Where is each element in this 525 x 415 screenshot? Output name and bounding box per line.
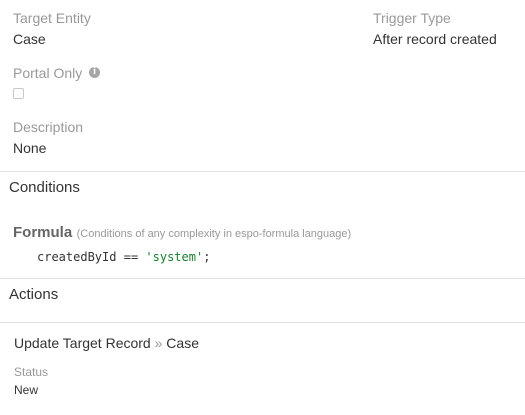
divider [0,171,525,172]
action-heading: Update Target Record » Case [14,335,199,351]
conditions-title: Conditions [9,179,80,196]
trigger-type-label: Trigger Type [373,10,451,26]
divider [0,322,525,323]
formula-header: Formula (Conditions of any complexity in… [13,224,351,242]
portal-only-label: Portal Only [13,65,83,81]
code-terminator: ; [203,250,211,264]
target-entity-label: Target Entity [13,10,91,26]
description-label: Description [13,119,84,135]
portal-only-checkbox [13,88,24,99]
target-entity-value: Case [13,31,46,47]
trigger-type-value: After record created [373,31,497,47]
actions-title: Actions [9,286,59,303]
action-entity: Case [166,335,199,351]
code-operator: == [123,250,139,264]
code-identifier: createdById [37,250,117,264]
breadcrumb-separator: » [154,335,163,351]
formula-note: (Conditions of any complexity in espo-fo… [76,228,352,240]
action-title: Update Target Record [14,335,151,351]
status-value: New [14,383,39,397]
code-string: 'system' [145,250,204,264]
formula-label: Formula [13,224,73,241]
status-label: Status [14,365,49,379]
divider [0,278,525,279]
info-circle-icon[interactable]: i [89,67,100,78]
formula-code: createdById == 'system'; [37,250,210,264]
description-value: None [13,140,47,156]
